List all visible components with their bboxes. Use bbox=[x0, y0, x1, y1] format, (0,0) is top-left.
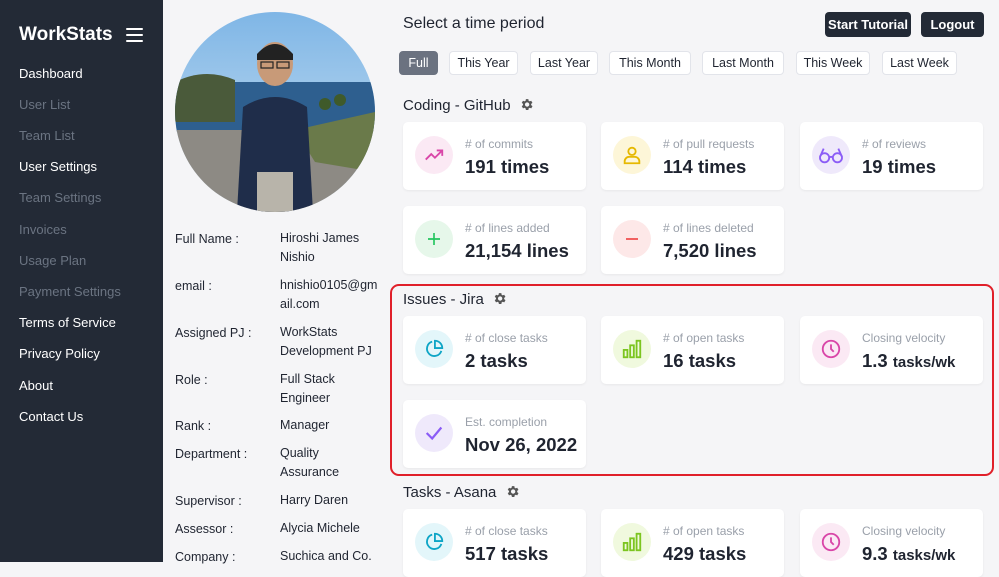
profile-value-department: Quality Assurance bbox=[280, 446, 340, 479]
profile-value-full-name: Hiroshi James Nishio bbox=[280, 231, 360, 264]
profile-value-supervisor: Harry Daren bbox=[280, 493, 349, 507]
card-asana-close-tasks: # of close tasks 517 tasks bbox=[403, 509, 586, 577]
avatar bbox=[175, 12, 375, 212]
pie-chart-icon bbox=[415, 523, 453, 561]
profile-label-rank: Rank : bbox=[175, 419, 212, 433]
profile-label-supervisor: Supervisor : bbox=[175, 494, 242, 508]
sidebar-item-terms-of-service[interactable]: Terms of Service bbox=[19, 315, 116, 330]
clock-icon bbox=[812, 523, 850, 561]
card-value: 114 times bbox=[663, 156, 747, 177]
velocity-number: 9.3 bbox=[862, 543, 888, 564]
profile-value-role: Full Stack Engineer bbox=[280, 372, 335, 405]
bar-chart-icon bbox=[613, 523, 651, 561]
period-last-month[interactable]: Last Month bbox=[702, 51, 784, 75]
sidebar-item-payment-settings[interactable]: Payment Settings bbox=[19, 284, 121, 299]
section-title-github-label: Coding - GitHub bbox=[403, 97, 511, 114]
profile-label-full-name: Full Name : bbox=[175, 232, 239, 246]
card-label: # of open tasks bbox=[663, 524, 745, 538]
jira-section-highlight bbox=[390, 284, 994, 476]
card-label: # of lines deleted bbox=[663, 221, 754, 235]
card-asana-open-tasks: # of open tasks 429 tasks bbox=[601, 509, 784, 577]
velocity-unit: tasks/wk bbox=[892, 547, 956, 564]
sidebar-item-about[interactable]: About bbox=[19, 378, 53, 393]
card-pull-requests: # of pull requests 114 times bbox=[601, 122, 784, 190]
gear-icon[interactable] bbox=[519, 97, 534, 112]
card-label: Closing velocity bbox=[862, 524, 946, 538]
section-title-asana-label: Tasks - Asana bbox=[403, 484, 497, 501]
profile-value-rank: Manager bbox=[280, 418, 330, 432]
period-last-week[interactable]: Last Week bbox=[882, 51, 957, 75]
card-reviews: # of reviews 19 times bbox=[800, 122, 983, 190]
card-label: # of commits bbox=[465, 137, 534, 151]
sidebar-item-dashboard[interactable]: Dashboard bbox=[19, 66, 83, 81]
profile-value-company: Suchica and Co. bbox=[280, 549, 372, 563]
card-value: 191 times bbox=[465, 156, 550, 177]
plus-icon bbox=[415, 220, 453, 258]
card-value: 7,520 lines bbox=[663, 240, 757, 261]
card-commits: # of commits 191 times bbox=[403, 122, 586, 190]
period-last-year[interactable]: Last Year bbox=[530, 51, 598, 75]
sidebar-item-user-settings[interactable]: User Settings bbox=[19, 159, 97, 174]
app-brand: WorkStats bbox=[19, 24, 113, 45]
gear-icon[interactable] bbox=[505, 484, 520, 499]
start-tutorial-button[interactable]: Start Tutorial bbox=[825, 12, 911, 37]
sidebar-item-team-settings[interactable]: Team Settings bbox=[19, 190, 101, 205]
card-value: 21,154 lines bbox=[465, 240, 569, 261]
profile-label-department: Department : bbox=[175, 447, 248, 461]
user-icon bbox=[613, 136, 651, 174]
sidebar-item-team-list[interactable]: Team List bbox=[19, 128, 75, 143]
card-label: # of lines added bbox=[465, 221, 550, 235]
profile-value-email: hnishio0105@gmail.com bbox=[280, 278, 378, 311]
section-title-asana: Tasks - Asana bbox=[403, 484, 520, 501]
period-this-month[interactable]: This Month bbox=[609, 51, 691, 75]
profile-value-assigned-pj: WorkStats Development PJ bbox=[280, 325, 372, 358]
trending-up-icon bbox=[415, 136, 453, 174]
logout-button[interactable]: Logout bbox=[921, 12, 984, 37]
card-label: # of close tasks bbox=[465, 524, 548, 538]
minus-icon bbox=[613, 220, 651, 258]
card-label: # of reviews bbox=[862, 137, 927, 151]
card-lines-added: # of lines added 21,154 lines bbox=[403, 206, 586, 274]
profile-label-role: Role : bbox=[175, 373, 208, 387]
sidebar-item-contact-us[interactable]: Contact Us bbox=[19, 409, 83, 424]
page-title: Select a time period bbox=[403, 15, 545, 32]
profile-label-assessor: Assessor : bbox=[175, 522, 234, 536]
period-full[interactable]: Full bbox=[399, 51, 438, 75]
period-this-year[interactable]: This Year bbox=[449, 51, 518, 75]
card-asana-closing-velocity: Closing velocity 9.3 tasks/wk bbox=[800, 509, 983, 577]
sidebar-item-user-list[interactable]: User List bbox=[19, 97, 70, 112]
sidebar: WorkStats Dashboard User List Team List … bbox=[0, 0, 163, 562]
profile-label-email: email : bbox=[175, 279, 212, 293]
card-lines-deleted: # of lines deleted 7,520 lines bbox=[601, 206, 784, 274]
card-label: # of pull requests bbox=[663, 137, 755, 151]
card-value: 19 times bbox=[862, 156, 937, 177]
menu-icon[interactable] bbox=[126, 28, 143, 42]
section-title-github: Coding - GitHub bbox=[403, 97, 534, 114]
sidebar-item-usage-plan[interactable]: Usage Plan bbox=[19, 253, 86, 268]
profile-value-assessor: Alycia Michele bbox=[280, 521, 360, 535]
profile-label-assigned-pj: Assigned PJ : bbox=[175, 326, 252, 340]
sidebar-item-privacy-policy[interactable]: Privacy Policy bbox=[19, 346, 100, 361]
glasses-icon bbox=[812, 136, 850, 174]
period-this-week[interactable]: This Week bbox=[796, 51, 870, 75]
sidebar-item-invoices[interactable]: Invoices bbox=[19, 222, 67, 237]
